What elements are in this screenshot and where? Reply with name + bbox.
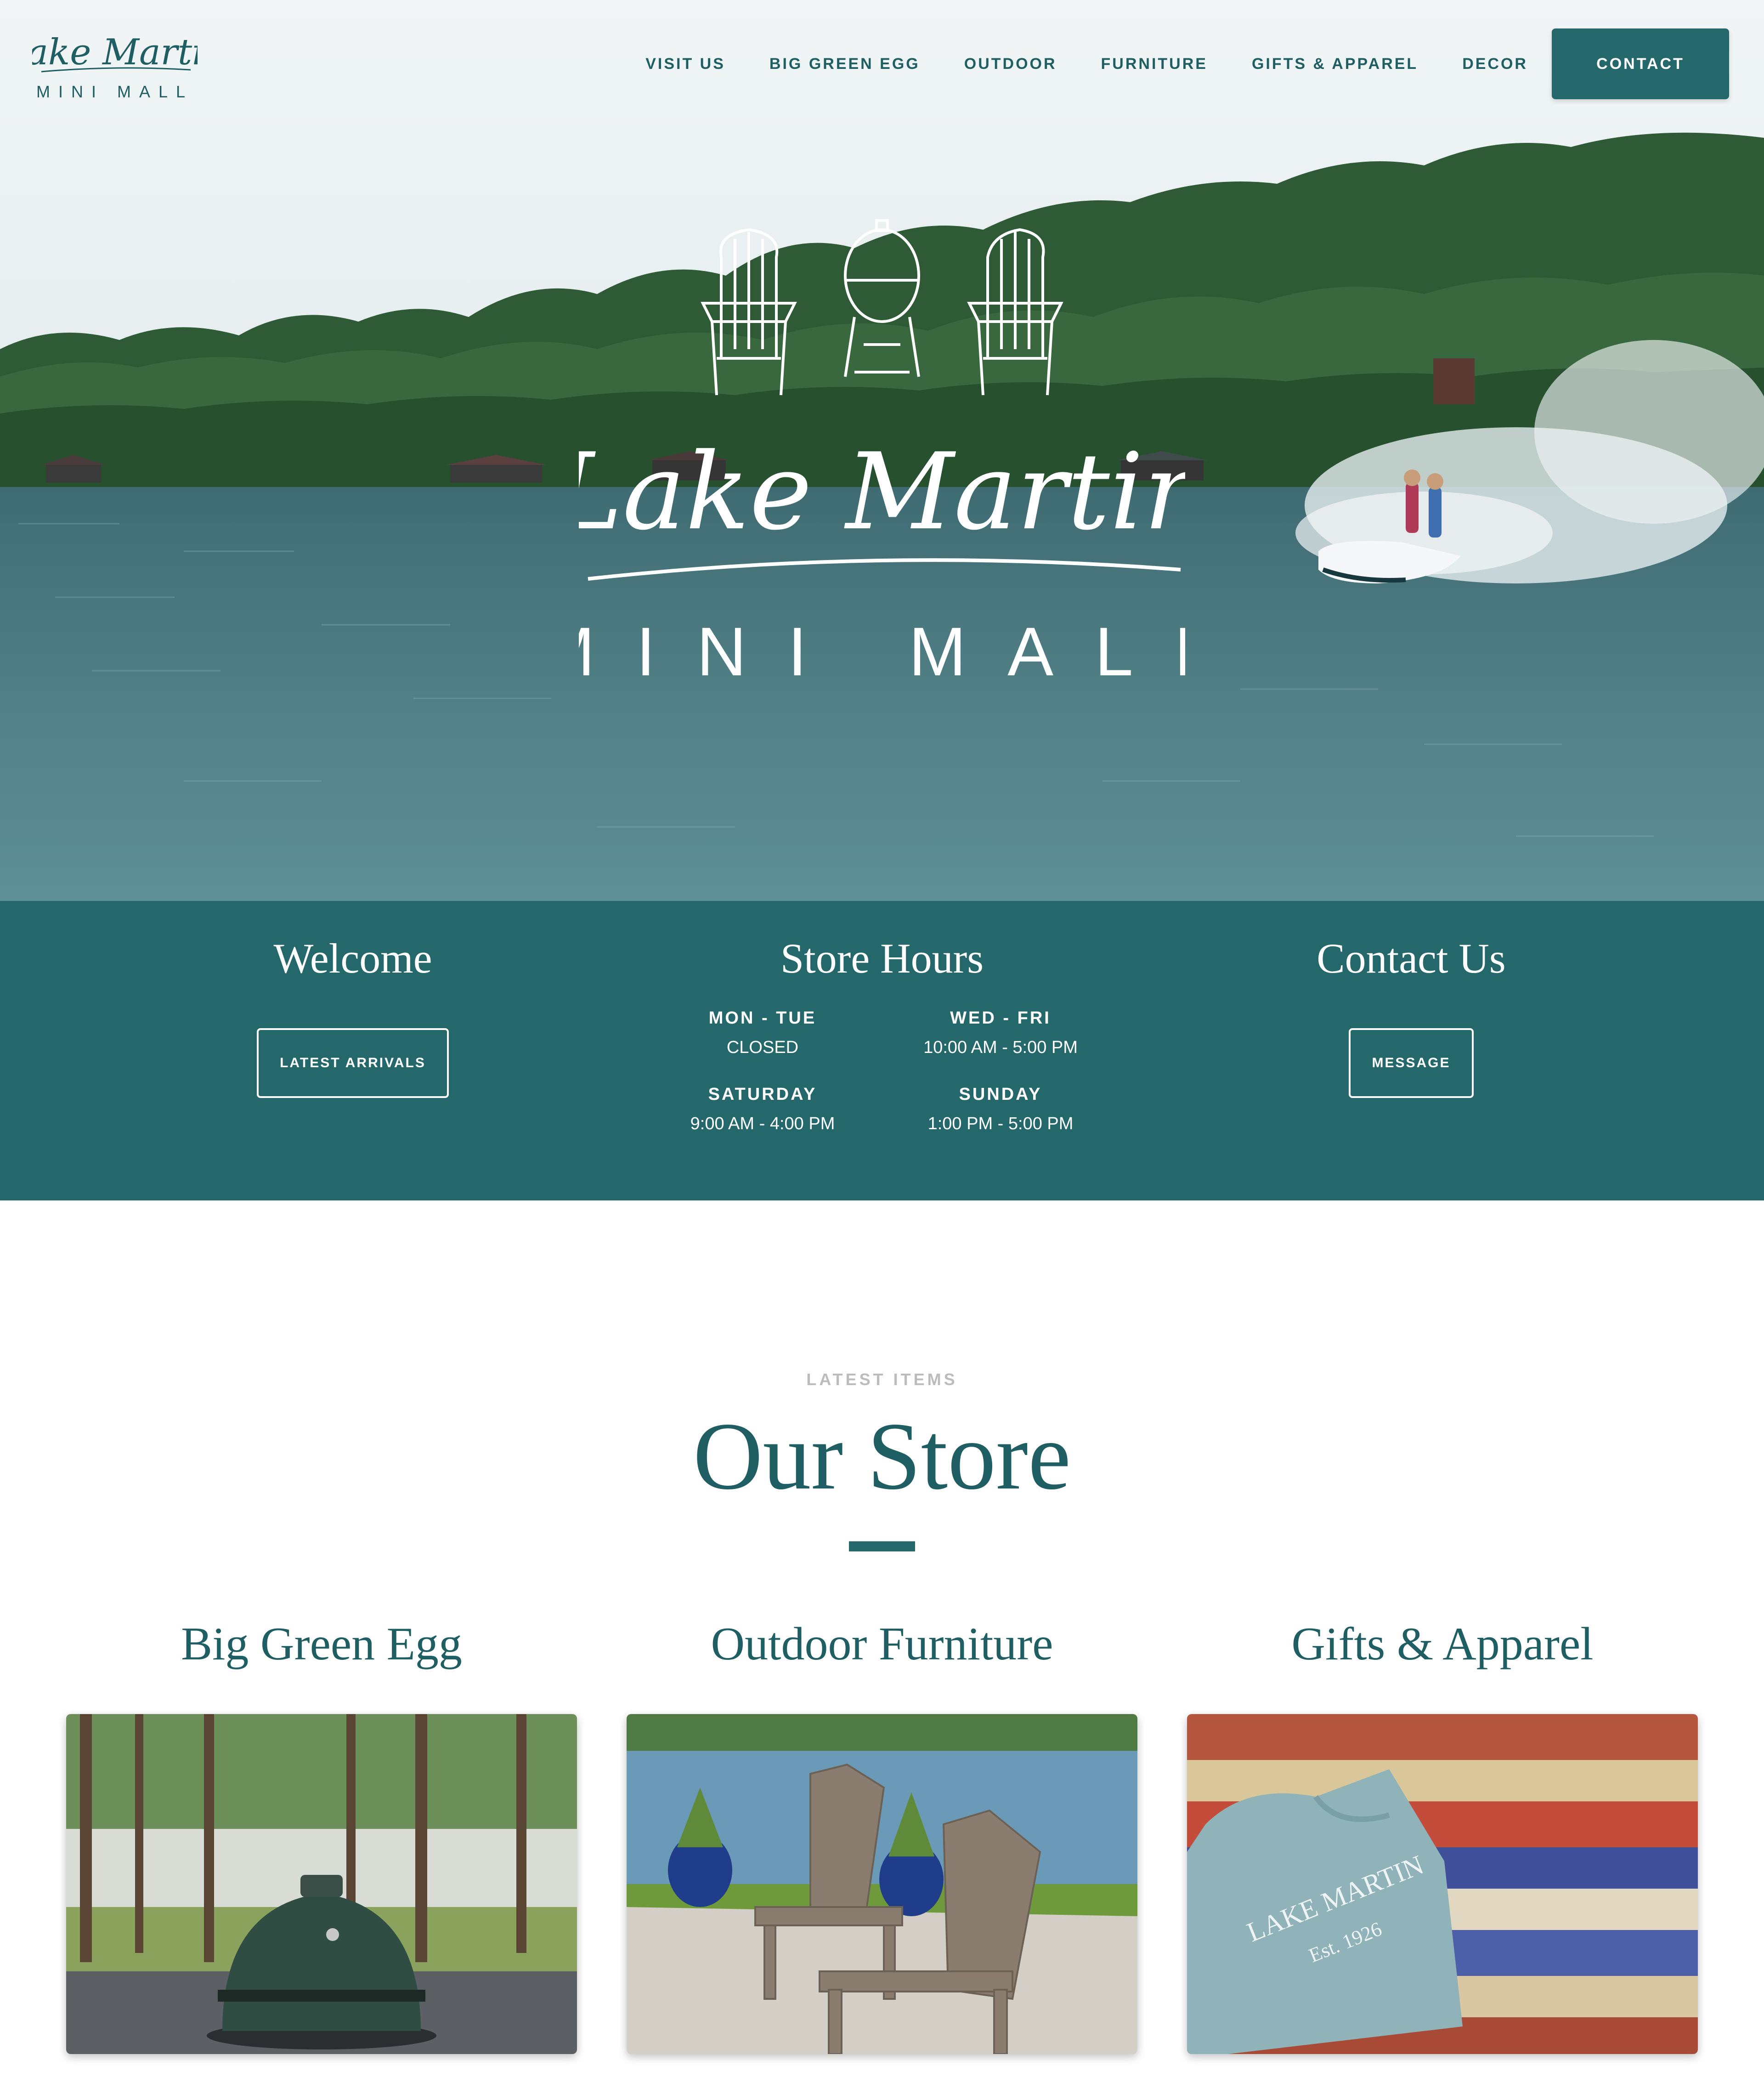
site-logo-line1: Lake Martin: [32, 32, 198, 73]
contact-button[interactable]: CONTACT: [1552, 28, 1729, 99]
hours-day: MON - TUE: [708, 1008, 817, 1028]
card-title-outdoor-furniture[interactable]: Outdoor Furniture: [627, 1617, 1137, 1671]
card-title-gifts-apparel[interactable]: Gifts & Apparel: [1187, 1617, 1698, 1671]
nav-visit-us[interactable]: VISIT US: [645, 55, 725, 73]
nav-outdoor[interactable]: OUTDOOR: [964, 55, 1057, 73]
main-nav: VISIT US BIG GREEN EGG OUTDOOR FURNITURE…: [645, 28, 1729, 99]
card-image-big-green-egg[interactable]: [66, 1714, 577, 2054]
hours-day: WED - FRI: [950, 1008, 1051, 1028]
hours-day: SUNDAY: [959, 1085, 1042, 1104]
hours-day: SATURDAY: [708, 1085, 817, 1104]
adirondack-chair-icon: [967, 228, 1063, 396]
site-logo-line2: MINI MALL: [36, 82, 193, 101]
message-button[interactable]: MESSAGE: [1349, 1028, 1474, 1098]
section-eyebrow: LATEST ITEMS: [806, 1370, 958, 1389]
section-title: Our Store: [693, 1403, 1071, 1510]
welcome-title: Welcome: [273, 935, 432, 982]
adirondack-chair-icon: [701, 228, 797, 396]
card-title-big-green-egg[interactable]: Big Green Egg: [66, 1617, 577, 1671]
card-image-gifts-apparel[interactable]: LAKE MARTIN Est. 1926: [1187, 1714, 1698, 2054]
nav-gifts-apparel[interactable]: GIFTS & APPAREL: [1252, 55, 1418, 73]
site-logo[interactable]: Lake Martin MINI MALL: [32, 24, 198, 107]
card-image-outdoor-furniture[interactable]: [627, 1714, 1137, 2054]
nav-big-green-egg[interactable]: BIG GREEN EGG: [769, 55, 920, 73]
nav-decor[interactable]: DECOR: [1462, 55, 1528, 73]
hours-time: CLOSED: [726, 1038, 799, 1057]
hero-logo-line1: Lake Martin: [579, 431, 1185, 554]
latest-arrivals-button[interactable]: LATEST ARRIVALS: [257, 1028, 449, 1098]
egg-grill-icon: [844, 219, 920, 377]
hours-time: 9:00 AM - 4:00 PM: [690, 1114, 835, 1133]
hours-time: 1:00 PM - 5:00 PM: [927, 1114, 1074, 1133]
nav-furniture[interactable]: FURNITURE: [1101, 55, 1208, 73]
hours-time: 10:00 AM - 5:00 PM: [923, 1038, 1078, 1057]
hero-section: Lake Martin MINI MALL VISIT US BIG GREEN…: [0, 0, 1764, 901]
store-hours-title: Store Hours: [780, 935, 984, 982]
hero-logo-line2: MINI MALL: [579, 613, 1185, 690]
contact-title: Contact Us: [1317, 935, 1506, 982]
info-band: Welcome LATEST ARRIVALS Store Hours MON …: [0, 901, 1764, 1200]
hero-logo: Lake Martin MINI MALL: [579, 219, 1185, 690]
title-divider: [849, 1541, 915, 1551]
